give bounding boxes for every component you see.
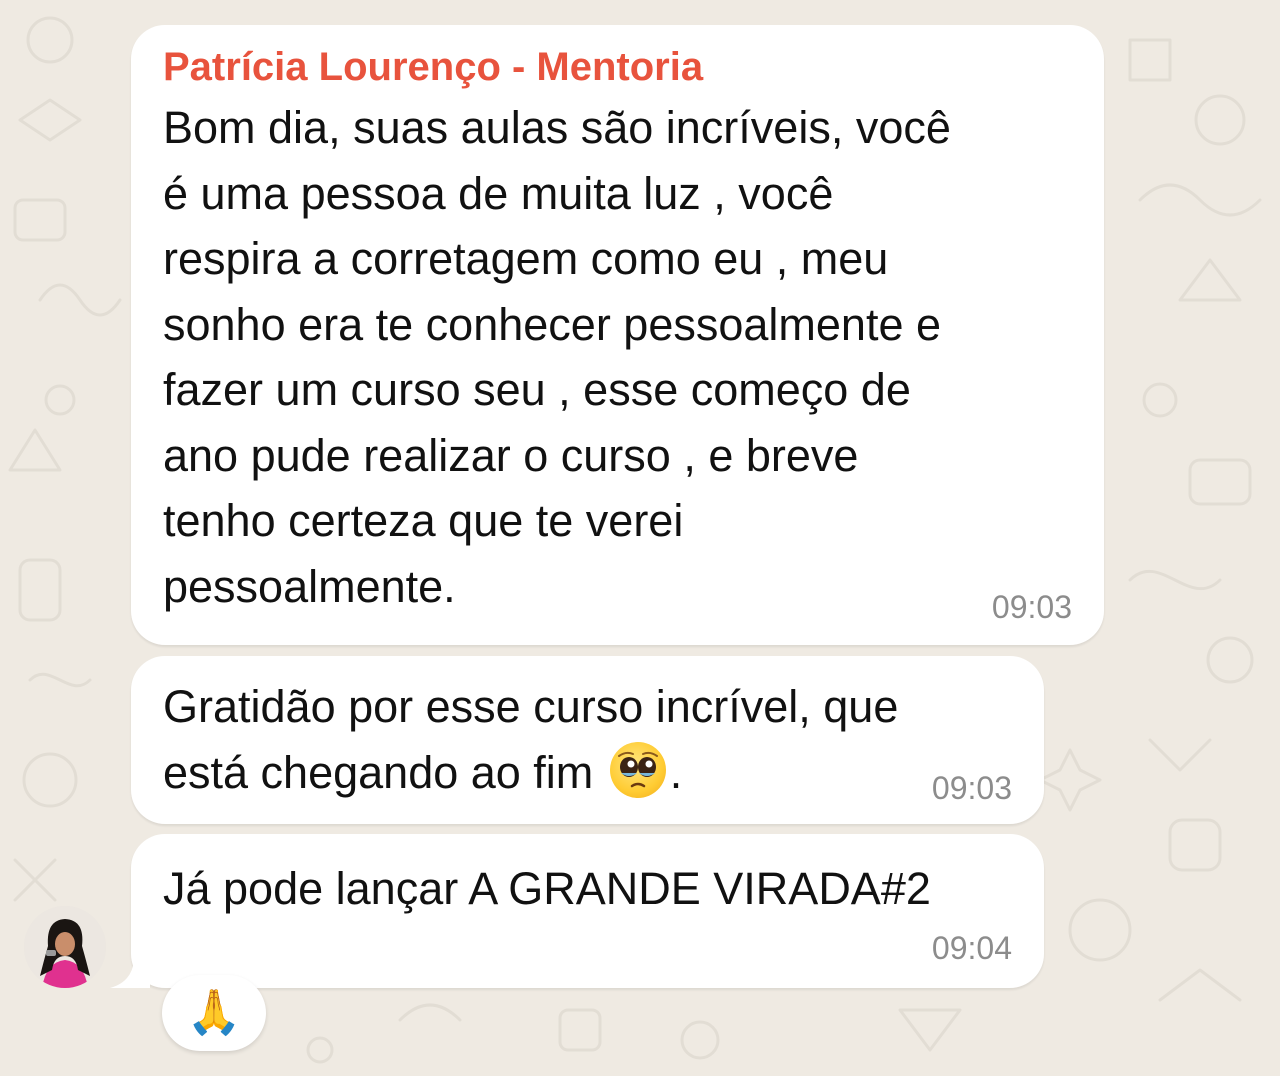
message-line: é uma pessoa de muita luz , você (163, 167, 834, 219)
message-line: tenho certeza que te verei (163, 495, 684, 546)
message-timestamp: 09:03 (931, 770, 1012, 806)
message-text: Bom dia, suas aulas são incríveis, você … (163, 95, 1072, 619)
reaction-badge[interactable]: 🙏 (162, 975, 266, 1051)
message-bubble[interactable]: Já pode lançar A GRANDE VIRADA#2 09:04 (131, 834, 1044, 988)
bubble-tail (110, 960, 150, 988)
message-line-end: . (669, 746, 683, 798)
message-timestamp: 09:04 (931, 930, 1012, 966)
message-timestamp: 09:03 (991, 589, 1072, 625)
message-bubble[interactable]: Gratidão por esse curso incrível, que es… (131, 656, 1044, 824)
message-line: respira a corretagem como eu , meu (163, 233, 889, 284)
folded-hands-emoji: 🙏 (186, 987, 242, 1038)
message-bubble[interactable]: Patrícia Lourenço - Mentoria Bom dia, su… (131, 25, 1104, 645)
sender-avatar[interactable] (24, 906, 106, 988)
message-line: pessoalmente. (163, 560, 456, 612)
message-line: Gratidão por esse curso incrível, que (163, 681, 899, 732)
message-line: está chegando ao fim (163, 746, 606, 798)
avatar-photo (24, 906, 106, 988)
message-line: Bom dia, suas aulas são incríveis, você (163, 102, 951, 153)
pleading-face-emoji (609, 741, 666, 798)
message-text: Já pode lançar A GRANDE VIRADA#2 (163, 863, 931, 914)
message-line: sonho era te conhecer pessoalmente e (163, 298, 942, 350)
message-text: Gratidão por esse curso incrível, que es… (163, 674, 1012, 805)
message-line: fazer um curso seu , esse começo de (163, 364, 911, 415)
sender-name[interactable]: Patrícia Lourenço - Mentoria (163, 43, 1072, 91)
message-line: ano pude realizar o curso , e breve (163, 429, 859, 481)
